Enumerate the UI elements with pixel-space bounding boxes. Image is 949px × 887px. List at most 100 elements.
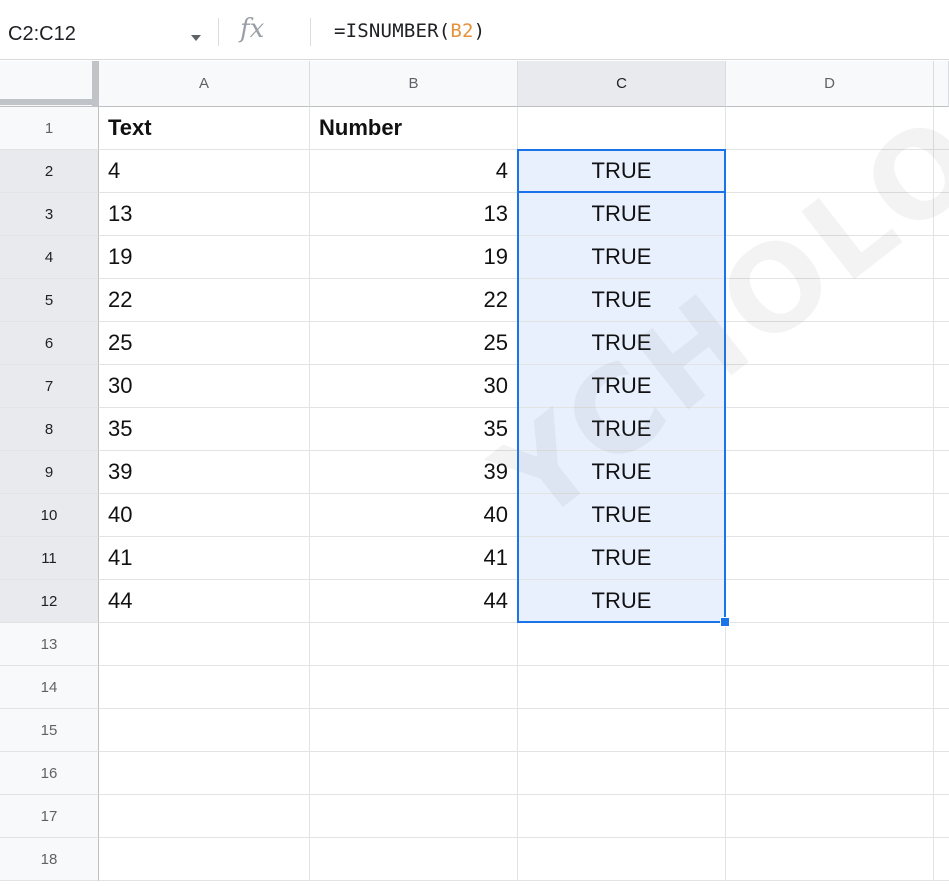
- cell-b6[interactable]: 25: [310, 322, 518, 365]
- cell-edge[interactable]: [934, 322, 949, 365]
- cell-b16[interactable]: [310, 752, 518, 795]
- row-header-1[interactable]: 1: [0, 107, 99, 150]
- cell-d15[interactable]: [726, 709, 934, 752]
- cell-c16[interactable]: [518, 752, 726, 795]
- column-header-b[interactable]: B: [310, 61, 518, 107]
- cell-c8[interactable]: TRUE: [518, 408, 726, 451]
- row-header-17[interactable]: 17: [0, 795, 99, 838]
- row-header-13[interactable]: 13: [0, 623, 99, 666]
- row-header-5[interactable]: 5: [0, 279, 99, 322]
- cell-d13[interactable]: [726, 623, 934, 666]
- cell-c17[interactable]: [518, 795, 726, 838]
- cell-c18[interactable]: [518, 838, 726, 881]
- cell-edge[interactable]: [934, 365, 949, 408]
- cell-b12[interactable]: 44: [310, 580, 518, 623]
- cell-b17[interactable]: [310, 795, 518, 838]
- cell-a12[interactable]: 44: [99, 580, 310, 623]
- row-header-7[interactable]: 7: [0, 365, 99, 408]
- cell-edge[interactable]: [934, 838, 949, 881]
- cell-b11[interactable]: 41: [310, 537, 518, 580]
- cell-c15[interactable]: [518, 709, 726, 752]
- cell-d11[interactable]: [726, 537, 934, 580]
- cell-edge[interactable]: [934, 107, 949, 150]
- cell-d16[interactable]: [726, 752, 934, 795]
- row-header-18[interactable]: 18: [0, 838, 99, 881]
- cell-edge[interactable]: [934, 537, 949, 580]
- cell-c7[interactable]: TRUE: [518, 365, 726, 408]
- cell-b3[interactable]: 13: [310, 193, 518, 236]
- cell-a1[interactable]: Text: [99, 107, 310, 150]
- cell-a7[interactable]: 30: [99, 365, 310, 408]
- cell-c14[interactable]: [518, 666, 726, 709]
- row-header-14[interactable]: 14: [0, 666, 99, 709]
- row-header-3[interactable]: 3: [0, 193, 99, 236]
- cell-c4[interactable]: TRUE: [518, 236, 726, 279]
- cell-b5[interactable]: 22: [310, 279, 518, 322]
- cell-c6[interactable]: TRUE: [518, 322, 726, 365]
- row-header-2[interactable]: 2: [0, 150, 99, 193]
- cell-d14[interactable]: [726, 666, 934, 709]
- cell-b9[interactable]: 39: [310, 451, 518, 494]
- name-box[interactable]: C2:C12: [8, 18, 201, 50]
- cell-b4[interactable]: 19: [310, 236, 518, 279]
- cell-a9[interactable]: 39: [99, 451, 310, 494]
- cell-a2[interactable]: 4: [99, 150, 310, 193]
- cell-a15[interactable]: [99, 709, 310, 752]
- cell-b1[interactable]: Number: [310, 107, 518, 150]
- cell-d10[interactable]: [726, 494, 934, 537]
- cell-edge[interactable]: [934, 408, 949, 451]
- cell-d4[interactable]: [726, 236, 934, 279]
- cell-edge[interactable]: [934, 795, 949, 838]
- cell-a17[interactable]: [99, 795, 310, 838]
- cell-a8[interactable]: 35: [99, 408, 310, 451]
- cell-b2[interactable]: 4: [310, 150, 518, 193]
- cell-a18[interactable]: [99, 838, 310, 881]
- cell-b10[interactable]: 40: [310, 494, 518, 537]
- cell-c12[interactable]: TRUE: [518, 580, 726, 623]
- row-header-8[interactable]: 8: [0, 408, 99, 451]
- row-header-11[interactable]: 11: [0, 537, 99, 580]
- cell-a10[interactable]: 40: [99, 494, 310, 537]
- fill-handle[interactable]: [720, 617, 730, 627]
- freeze-handle-horizontal[interactable]: [0, 99, 99, 105]
- cell-b14[interactable]: [310, 666, 518, 709]
- cell-d7[interactable]: [726, 365, 934, 408]
- cell-a3[interactable]: 13: [99, 193, 310, 236]
- row-header-6[interactable]: 6: [0, 322, 99, 365]
- cell-edge[interactable]: [934, 236, 949, 279]
- cell-d5[interactable]: [726, 279, 934, 322]
- cell-d9[interactable]: [726, 451, 934, 494]
- row-header-16[interactable]: 16: [0, 752, 99, 795]
- cell-edge[interactable]: [934, 623, 949, 666]
- cell-b8[interactable]: 35: [310, 408, 518, 451]
- cell-edge[interactable]: [934, 709, 949, 752]
- cell-c11[interactable]: TRUE: [518, 537, 726, 580]
- cell-a5[interactable]: 22: [99, 279, 310, 322]
- cell-edge[interactable]: [934, 752, 949, 795]
- cell-d8[interactable]: [726, 408, 934, 451]
- cell-a11[interactable]: 41: [99, 537, 310, 580]
- row-header-12[interactable]: 12: [0, 580, 99, 623]
- select-all-corner[interactable]: [0, 61, 99, 107]
- cell-edge[interactable]: [934, 451, 949, 494]
- cell-d2[interactable]: [726, 150, 934, 193]
- cell-a14[interactable]: [99, 666, 310, 709]
- row-header-9[interactable]: 9: [0, 451, 99, 494]
- cell-edge[interactable]: [934, 580, 949, 623]
- cell-c5[interactable]: TRUE: [518, 279, 726, 322]
- column-header-e[interactable]: [934, 61, 949, 107]
- cell-d18[interactable]: [726, 838, 934, 881]
- cell-edge[interactable]: [934, 494, 949, 537]
- cell-b13[interactable]: [310, 623, 518, 666]
- cell-edge[interactable]: [934, 150, 949, 193]
- cell-c3[interactable]: TRUE: [518, 193, 726, 236]
- column-header-d[interactable]: D: [726, 61, 934, 107]
- cell-a6[interactable]: 25: [99, 322, 310, 365]
- column-header-c[interactable]: C: [518, 61, 726, 107]
- cell-d6[interactable]: [726, 322, 934, 365]
- column-header-a[interactable]: A: [99, 61, 310, 107]
- cell-b18[interactable]: [310, 838, 518, 881]
- cell-c1[interactable]: [518, 107, 726, 150]
- cell-c9[interactable]: TRUE: [518, 451, 726, 494]
- cell-c2[interactable]: TRUE: [518, 150, 726, 193]
